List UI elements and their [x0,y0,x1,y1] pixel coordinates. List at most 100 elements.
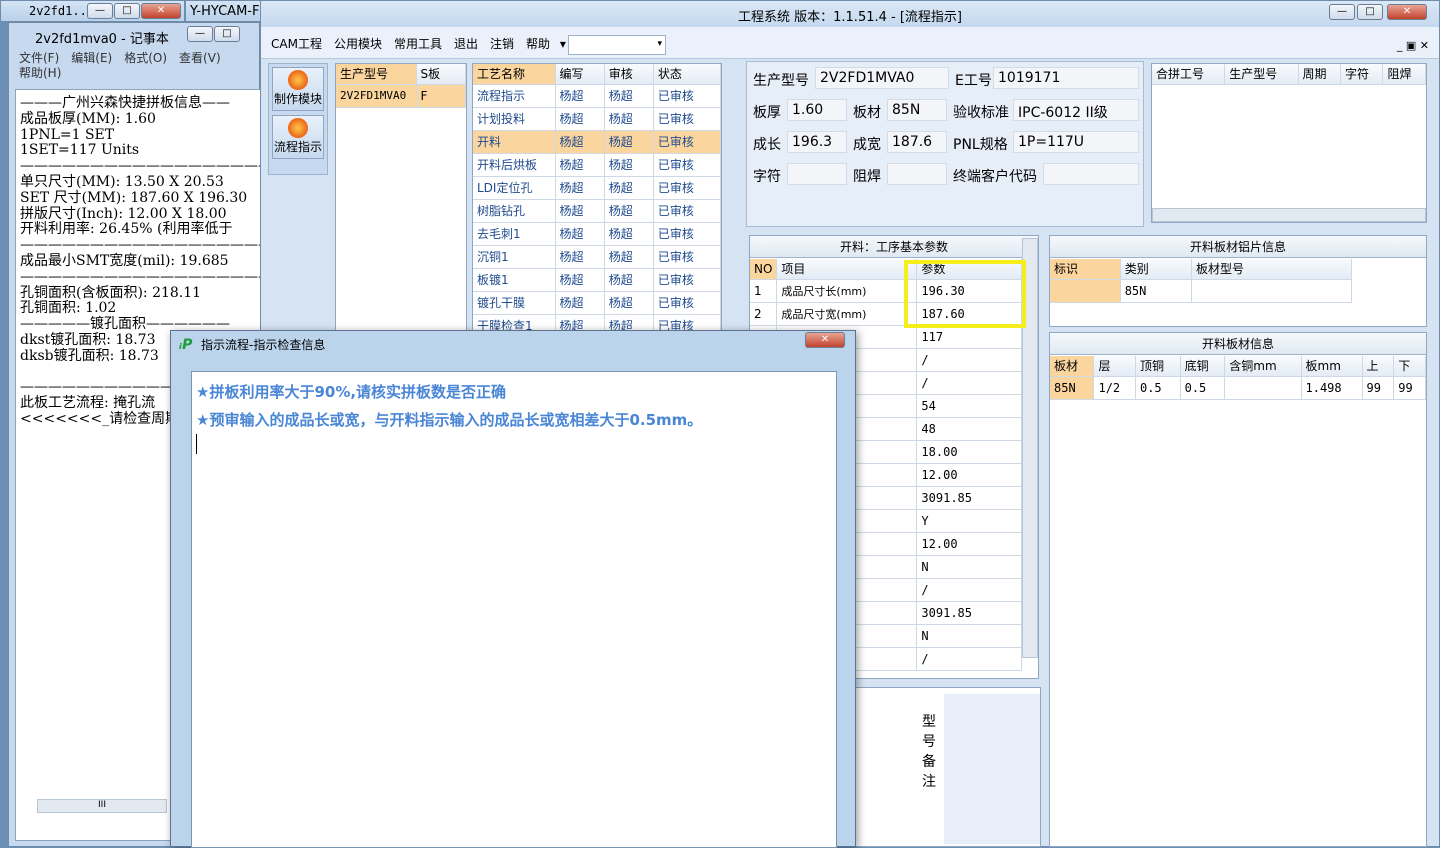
maximize-icon[interactable]: □ [214,26,240,42]
notepad-menubar: 文件(F) 编辑(E) 格式(O) 查看(V) 帮助(H) [9,49,259,83]
table-row[interactable]: 85N 1/2 0.5 0.5 1.498 99 99 [1050,376,1426,400]
prod-field[interactable]: 2V2FD1MVA0 [815,67,949,89]
cell: 85N [1120,279,1193,303]
col-header[interactable]: 周期 [1298,64,1342,85]
cell: 1/2 [1093,376,1136,400]
text-line: 1SET=117 Units [20,142,140,159]
col-header[interactable]: 层 [1093,356,1136,377]
col-header[interactable]: 类别 [1120,259,1193,280]
col-header[interactable]: 板材型号 [1191,259,1352,280]
table-row[interactable]: 开料 杨超 杨超 已审核 [473,130,721,154]
table-row[interactable]: 2V2FD1MVA0 F [336,84,466,108]
close-icon[interactable]: ✕ [1387,4,1427,20]
text-line: SET 尺寸(MM): 187.60 X 196.30 [20,189,248,206]
menu-help[interactable]: 帮助(H) [19,66,61,80]
menu-exit[interactable]: 退出 [454,37,478,51]
close-icon[interactable]: ✕ [141,3,181,19]
col-header[interactable]: 下 [1393,356,1426,377]
col-header[interactable]: 阻焊 [1382,64,1426,85]
dialog-title: 指示流程-指示检查信息 [201,338,326,352]
main-menubar: CAM工程 公用模块 常用工具 退出 注销 帮助 ▾ ▾ [261,27,1439,59]
cell: 0.5 [1135,376,1181,400]
cell: 杨超 [555,222,605,246]
cell: 99 [1393,376,1426,400]
col-header[interactable]: 项目 [776,259,918,280]
taskbar-tab-hycam[interactable]: Y-HYCAM-F [185,0,265,22]
cust-field[interactable] [1043,163,1139,185]
make-module-button[interactable]: 制作模块 [272,67,324,111]
col-header[interactable]: 合拼工号 [1152,64,1226,85]
dialog-text-area[interactable]: ★拼板利用率大于90%,请核实拼板数是否正确 ★预审输入的成品长或宽，与开料指示… [191,371,837,848]
thick-field[interactable]: 1.60 [787,99,847,121]
col-header[interactable]: 底铜 [1180,356,1226,377]
wid-field[interactable]: 187.6 [887,131,947,153]
minimize-icon[interactable]: — [1329,4,1355,20]
menu-public[interactable]: 公用模块 [334,37,382,51]
cell: / [916,371,1022,395]
menu-edit[interactable]: 编辑(E) [71,51,112,65]
cell: 54 [916,394,1022,418]
cell: 已审核 [653,268,721,292]
text-line: 1PNL=1 SET [20,126,115,143]
char-field[interactable] [787,163,847,185]
cell: 杨超 [555,291,605,315]
horizontal-scrollbar[interactable] [1152,208,1426,222]
col-header[interactable]: S板 [416,64,466,85]
e-number-field[interactable]: 1019171 [993,67,1139,89]
menu-cam[interactable]: CAM工程 [271,37,322,51]
col-header[interactable]: 生产型号 [1224,64,1299,85]
menu-file[interactable]: 文件(F) [19,51,59,65]
col-header[interactable]: 标识 [1050,259,1121,280]
col-header[interactable]: 工艺名称 [473,64,556,85]
pnl-field[interactable]: 1P=117U [1013,131,1139,153]
remark-field[interactable] [944,694,1040,844]
taskbar-tab-notepad[interactable]: 2v2fd1... — □ ✕ [0,0,185,22]
table-row[interactable]: LDI定位孔 杨超 杨超 已审核 [473,176,721,200]
flow-icon [288,118,308,138]
col-header[interactable]: 字符 [1340,64,1384,85]
col-header[interactable]: 顶铜 [1135,356,1181,377]
flow-guide-button[interactable]: 流程指示 [272,115,324,159]
table-row[interactable]: 板镀1 杨超 杨超 已审核 [473,268,721,292]
col-header[interactable]: 上 [1362,356,1395,377]
menu-logout[interactable]: 注销 [490,37,514,51]
menu-help[interactable]: 帮助 [526,37,550,51]
maximize-icon[interactable]: □ [1357,4,1383,20]
text-line: ——————————————————— [20,237,261,254]
col-header[interactable]: 板材 [1050,356,1095,377]
table-row[interactable]: 开料后烘板 杨超 杨超 已审核 [473,153,721,177]
maximize-icon[interactable]: □ [114,3,140,19]
col-header[interactable]: 含铜mm [1224,356,1302,377]
minimize-icon[interactable]: — [87,3,113,19]
col-header[interactable]: NO [750,259,778,280]
menu-tools[interactable]: 常用工具 [394,37,442,51]
len-field[interactable]: 196.3 [787,131,847,153]
close-icon[interactable]: ✕ [805,332,845,348]
menu-view[interactable]: 查看(V) [179,51,221,65]
col-header[interactable]: 编写 [555,64,605,85]
horizontal-scrollbar[interactable]: III [37,799,167,813]
col-header[interactable]: 审核 [604,64,654,85]
side-panel: 制作模块 流程指示 [268,63,328,175]
toolbar-dropdown[interactable]: ▾ [568,35,666,55]
col-header[interactable]: 板mm [1301,356,1363,377]
table-row[interactable]: 85N [1050,279,1352,303]
table-row[interactable]: 计划投料 杨超 杨超 已审核 [473,107,721,131]
mask-field[interactable] [887,163,947,185]
table-row[interactable]: 镀孔干膜 杨超 杨超 已审核 [473,291,721,315]
col-header[interactable]: 状态 [653,64,721,85]
table-row[interactable]: 树脂钻孔 杨超 杨超 已审核 [473,199,721,223]
label-prod: 生产型号 [753,73,809,89]
col-header[interactable]: 生产型号 [336,64,417,85]
std-field[interactable]: IPC-6012 II级 [1013,99,1139,121]
table-row[interactable]: 流程指示 杨超 杨超 已审核 [473,84,721,108]
minimize-icon[interactable]: — [187,26,213,42]
label-mat: 板材 [853,105,881,121]
table-row[interactable]: 去毛刺1 杨超 杨超 已审核 [473,222,721,246]
cell [1050,279,1121,303]
mdi-controls[interactable]: _ ▣ ✕ [1397,39,1429,52]
mat-field[interactable]: 85N [887,99,947,121]
menu-format[interactable]: 格式(O) [124,51,167,65]
cell: 杨超 [555,199,605,223]
table-row[interactable]: 沉铜1 杨超 杨超 已审核 [473,245,721,269]
